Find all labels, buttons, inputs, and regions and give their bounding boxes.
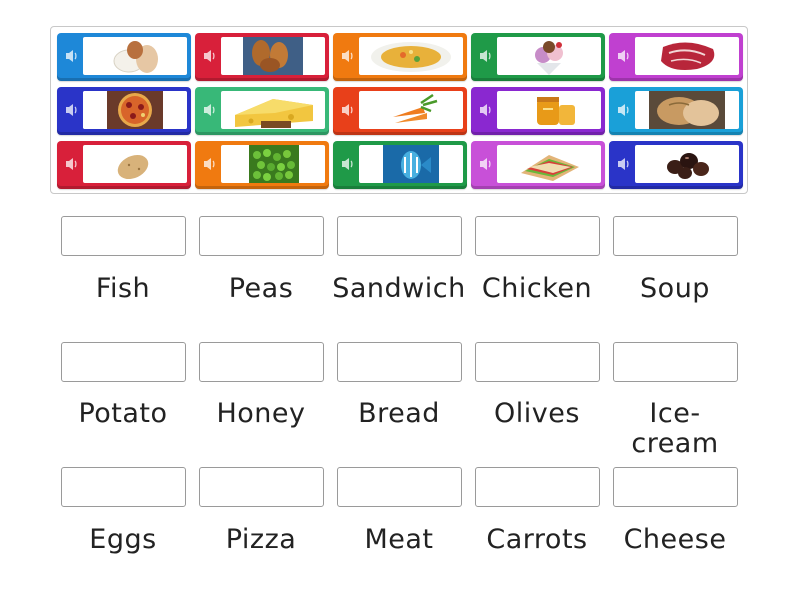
sandwich-image xyxy=(497,145,601,183)
word-label: Peas xyxy=(228,273,294,304)
word-label: Bread xyxy=(358,398,440,429)
answer-tile[interactable] xyxy=(471,33,605,81)
speaker-icon[interactable] xyxy=(202,47,218,65)
drop-slot[interactable] xyxy=(475,342,600,382)
speaker-icon[interactable] xyxy=(616,47,632,65)
word-label: Meat xyxy=(364,524,434,555)
word-label: Carrots xyxy=(486,524,588,555)
answer-tile[interactable] xyxy=(471,87,605,135)
word-label: Chicken xyxy=(481,273,593,304)
honey-image xyxy=(497,91,601,129)
speaker-icon[interactable] xyxy=(64,101,80,119)
speaker-icon[interactable] xyxy=(202,101,218,119)
word-label: Fish xyxy=(95,273,151,304)
drop-slot[interactable] xyxy=(337,467,462,507)
speaker-icon[interactable] xyxy=(616,155,632,173)
drop-slot[interactable] xyxy=(199,342,324,382)
pizza-image xyxy=(83,91,187,129)
answer-tile[interactable] xyxy=(57,141,191,189)
answer-tile[interactable] xyxy=(333,87,467,135)
word-label: Soup xyxy=(640,273,710,304)
bread-image xyxy=(635,91,739,129)
answer-tile[interactable] xyxy=(195,33,329,81)
drop-slot[interactable] xyxy=(199,216,324,256)
word-label: Ice-cream xyxy=(631,398,719,459)
answer-tile[interactable] xyxy=(57,33,191,81)
word-label: Sandwich xyxy=(332,273,466,304)
speaker-icon[interactable] xyxy=(64,155,80,173)
drop-slot[interactable] xyxy=(613,467,738,507)
word-label: Cheese xyxy=(623,524,727,555)
word-label: Potato xyxy=(78,398,168,429)
speaker-icon[interactable] xyxy=(340,101,356,119)
ice-cream-image xyxy=(497,37,601,75)
speaker-icon[interactable] xyxy=(340,155,356,173)
answer-tile[interactable] xyxy=(609,87,743,135)
drop-slot[interactable] xyxy=(475,467,600,507)
answer-tile[interactable] xyxy=(471,141,605,189)
speaker-icon[interactable] xyxy=(478,101,494,119)
speaker-icon[interactable] xyxy=(616,101,632,119)
drop-slot[interactable] xyxy=(337,216,462,256)
speaker-icon[interactable] xyxy=(478,155,494,173)
meat-image xyxy=(635,37,739,75)
answer-tile[interactable] xyxy=(195,141,329,189)
drop-slot[interactable] xyxy=(61,216,186,256)
drop-slot[interactable] xyxy=(613,216,738,256)
soup-image xyxy=(359,37,463,75)
answer-tile[interactable] xyxy=(195,87,329,135)
potato-image xyxy=(83,145,187,183)
eggs-image xyxy=(83,37,187,75)
answer-tile[interactable] xyxy=(609,33,743,81)
speaker-icon[interactable] xyxy=(64,47,80,65)
answer-tile[interactable] xyxy=(57,87,191,135)
drop-slot[interactable] xyxy=(199,467,324,507)
drop-slot[interactable] xyxy=(61,467,186,507)
chicken-image xyxy=(221,37,325,75)
peas-image xyxy=(221,145,325,183)
olives-image xyxy=(635,145,739,183)
drop-slot[interactable] xyxy=(337,342,462,382)
answer-tile[interactable] xyxy=(333,141,467,189)
answer-tile[interactable] xyxy=(333,33,467,81)
answer-tile[interactable] xyxy=(609,141,743,189)
carrots-image xyxy=(359,91,463,129)
drop-slot[interactable] xyxy=(613,342,738,382)
speaker-icon[interactable] xyxy=(340,47,356,65)
word-label: Pizza xyxy=(225,524,297,555)
speaker-icon[interactable] xyxy=(478,47,494,65)
word-label: Eggs xyxy=(89,524,157,555)
speaker-icon[interactable] xyxy=(202,155,218,173)
cheese-image xyxy=(221,91,325,129)
word-label: Olives xyxy=(494,398,580,429)
word-label: Honey xyxy=(216,398,306,429)
fish-image xyxy=(359,145,463,183)
drop-slot[interactable] xyxy=(61,342,186,382)
drop-slot[interactable] xyxy=(475,216,600,256)
